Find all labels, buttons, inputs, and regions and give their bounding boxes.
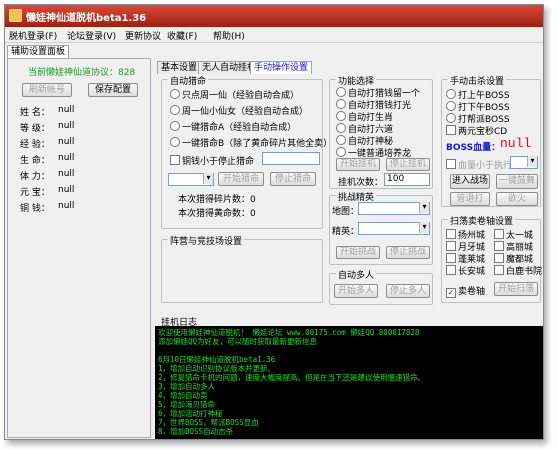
protocol-version: 当前懒娃神仙道协议：828 bbox=[28, 68, 136, 78]
start-hunt-button[interactable]: 开始猎命 bbox=[218, 172, 264, 186]
log-line: 7，世界BOSS，帮派BOSS显血 bbox=[158, 418, 259, 427]
enter-battle-button[interactable]: 进入战场 bbox=[450, 174, 490, 189]
auto-hunt-group: 自动猎命 只点周一仙（经验自动合成） 周一仙小仙女（经验自动合成） 一键猎命A（… bbox=[161, 74, 332, 229]
attr-hp: 生 命： null bbox=[20, 153, 75, 166]
boss-hp-value: null bbox=[500, 136, 532, 151]
afk-count-input[interactable]: 100 bbox=[384, 173, 430, 186]
hp-threshold-select[interactable] bbox=[510, 156, 538, 169]
hp-threshold-checkbox[interactable]: 血量小于执行 bbox=[446, 158, 512, 171]
auto-hunt-title: 自动猎命 bbox=[168, 74, 209, 87]
log-line: 2，修复猎命卡机的问题，速度大幅度提高。但是在当下还是建议使用慢速猎命。 bbox=[158, 373, 426, 382]
attr-name: 姓 名： null bbox=[20, 105, 75, 118]
log-line: 欢迎使用懒娃神仙道脱机！ 懒娃论坛 www.00175.com 懒娃QQ 800… bbox=[158, 328, 420, 337]
sweep-group: 扫荡卖卷轴设置 扬州城 太一城 月牙城 高丽城 蓬莱城 魔都城 长安城 白鹿书院… bbox=[441, 214, 542, 303]
tab-basic[interactable]: 基本设置 bbox=[157, 61, 202, 74]
log-line: 5，增加海贝猎命 bbox=[158, 400, 216, 409]
function-group: 功能选择 自动打猎钱留一个 自动打猎钱打光 自动打生肖 自动打六道 自动打神秘 … bbox=[329, 74, 433, 189]
assist-panel: 当前懒娃神仙道协议：828 刷新帐号 保存配置 姓 名： null 等 级： nul… bbox=[7, 58, 151, 438]
stop-multiplayer-button[interactable]: 停止多人 bbox=[386, 284, 430, 298]
camp-arena-group: 阵营与竞技场设置 bbox=[161, 234, 323, 303]
log-line: 3，增加自动多人 bbox=[158, 382, 216, 391]
log-line: 8，增加BOSS自动击杀 bbox=[158, 427, 234, 436]
map-label: 地图： bbox=[332, 207, 360, 217]
menu-help[interactable]: 帮助(H) bbox=[213, 29, 245, 42]
manage-exit-button[interactable]: 管退打 bbox=[450, 192, 490, 206]
menu-favorites[interactable]: 收藏(F) bbox=[167, 29, 197, 42]
gold-count: 本次猎得黄命数：0 bbox=[178, 209, 256, 219]
sweep-title: 扫荡卖卷轴设置 bbox=[448, 214, 516, 227]
menu-bar: 脱机登录(F) 论坛登录(V) 更新协议 收藏(F) 帮助(H) bbox=[5, 27, 543, 43]
elite-select[interactable] bbox=[358, 222, 430, 235]
hunt-option-3[interactable]: 一键猎命A（经验自动合成） bbox=[170, 120, 296, 133]
city-changan[interactable]: 长安城 bbox=[446, 264, 485, 277]
instant-cd-checkbox[interactable]: 两元宝秒CD bbox=[446, 124, 507, 137]
boss-group: 手动击杀设置 打上午BOSS 打下午BOSS 打帮派BOSS 两元宝秒CD BO… bbox=[441, 74, 541, 207]
main-window: 懒娃神仙道脱机beta1.36 脱机登录(F) 论坛登录(V) 更新协议 收藏(… bbox=[4, 4, 544, 440]
boss-title: 手动击杀设置 bbox=[448, 74, 507, 87]
menu-offline-login[interactable]: 脱机登录(F) bbox=[9, 29, 57, 42]
attr-exp: 经 验： null bbox=[20, 137, 75, 150]
fragments-count: 本次猎得碎片数：0 bbox=[178, 195, 256, 205]
attr-ingot: 元 宝： null bbox=[20, 185, 75, 198]
challenge-elite-group: 挑战精英 地图： 精英： 开始挑战 停止挑战 bbox=[329, 190, 433, 265]
sell-scroll-checkbox[interactable]: 卖卷轴 bbox=[446, 284, 485, 298]
hunt-option-1[interactable]: 只点周一仙（经验自动合成） bbox=[170, 88, 299, 101]
boss-hp-label: BOSS血量： bbox=[446, 143, 501, 153]
start-challenge-button[interactable]: 开始挑战 bbox=[336, 246, 380, 259]
window-title: 懒娃神仙道脱机beta1.36 bbox=[26, 13, 147, 24]
auto-multiplayer-title: 自动多人 bbox=[336, 268, 377, 281]
tab-assist-panel[interactable]: 辅助设置面板 bbox=[7, 45, 69, 59]
menu-forum-login[interactable]: 论坛登录(V) bbox=[67, 29, 116, 42]
log-console: 欢迎使用懒娃神仙道脱机！ 懒娃论坛 www.00175.com 懒娃QQ 800… bbox=[155, 326, 543, 439]
log-line: 6，增加活动打神秘 bbox=[158, 409, 223, 418]
log-line: 添加懒娃QQ为好友，可以随时获取最新更新信息 bbox=[158, 337, 318, 346]
hunt-option-4[interactable]: 一键猎命B（除了黄命碎片其他全卖） bbox=[170, 136, 332, 149]
map-select[interactable] bbox=[358, 202, 430, 215]
desire-fire-button[interactable]: 欲火 bbox=[496, 192, 538, 206]
camp-arena-title: 阵营与竞技场设置 bbox=[168, 234, 245, 247]
stop-hunt-checkbox[interactable]: 铜钱小于停止猎命 bbox=[170, 154, 254, 167]
hunt-mode-select[interactable] bbox=[168, 173, 214, 186]
attr-stamina: 体 力： null bbox=[20, 169, 75, 182]
copper-threshold-input[interactable] bbox=[262, 152, 320, 165]
start-multiplayer-button[interactable]: 开始多人 bbox=[334, 284, 378, 298]
stop-challenge-button[interactable]: 停止挑战 bbox=[386, 246, 430, 259]
elite-label: 精英： bbox=[332, 227, 360, 237]
menu-update-protocol[interactable]: 更新协议 bbox=[125, 29, 161, 42]
refresh-account-button[interactable]: 刷新帐号 bbox=[22, 83, 72, 97]
attr-copper: 铜 钱： null bbox=[20, 201, 75, 214]
tab-manual[interactable]: 手动操作设置 bbox=[250, 61, 313, 74]
app-icon bbox=[9, 9, 22, 22]
log-line: 4，增加自动卖 bbox=[158, 391, 208, 400]
one-key-cheer-button[interactable]: 一键鼓舞 bbox=[496, 174, 538, 189]
save-config-button[interactable]: 保存配置 bbox=[88, 83, 138, 97]
start-sweep-button[interactable]: 开始扫荡 bbox=[494, 282, 538, 296]
title-bar: 懒娃神仙道脱机beta1.36 bbox=[5, 5, 543, 27]
stop-afk-button[interactable]: 停止挂机 bbox=[386, 158, 430, 171]
log-line: 1，增加自动识别协议版本并更新。 bbox=[158, 364, 276, 373]
hunt-option-2[interactable]: 周一仙小仙女（经验自动合成） bbox=[170, 104, 308, 117]
afk-count-label: 挂机次数： bbox=[338, 178, 384, 188]
start-afk-button[interactable]: 开始挂机 bbox=[336, 158, 380, 171]
log-line: 6月10日懒娃神仙道脱机beta1.36 bbox=[158, 355, 276, 364]
attr-level: 等 级： null bbox=[20, 121, 75, 134]
city-bailu[interactable]: 白鹿书院 bbox=[494, 264, 542, 277]
auto-multiplayer-group: 自动多人 开始多人 停止多人 bbox=[329, 268, 433, 305]
stop-hunt-button[interactable]: 停止猎命 bbox=[270, 172, 316, 186]
